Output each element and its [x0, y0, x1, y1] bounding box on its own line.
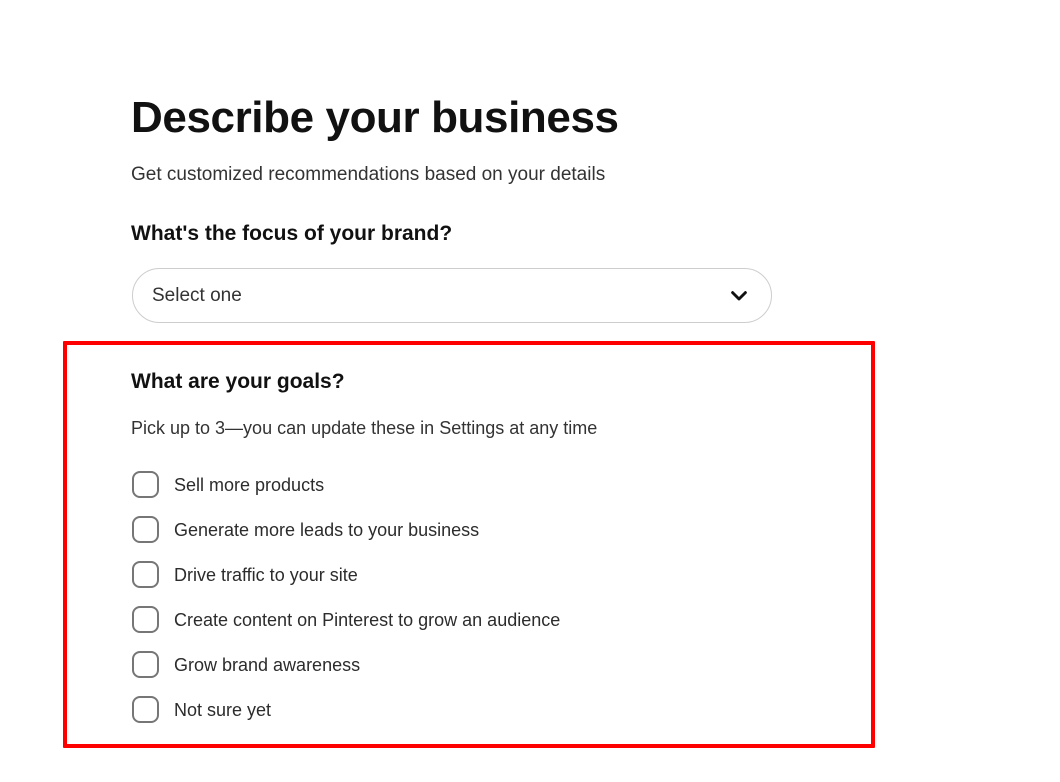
- checkbox-grow-brand-awareness[interactable]: [132, 651, 159, 678]
- checkbox-sell-more-products[interactable]: [132, 471, 159, 498]
- goals-question-label: What are your goals?: [131, 368, 345, 396]
- checkbox-generate-more-leads[interactable]: [132, 516, 159, 543]
- goals-checkbox-list: Sell more products Generate more leads t…: [132, 462, 832, 732]
- brand-focus-select-value: Select one: [152, 284, 242, 308]
- goal-option-label: Grow brand awareness: [174, 653, 360, 677]
- page-title: Describe your business: [131, 91, 619, 145]
- page-subtitle: Get customized recommendations based on …: [131, 162, 605, 188]
- goal-option-sell-more-products[interactable]: Sell more products: [132, 462, 832, 507]
- chevron-down-icon: [729, 286, 749, 306]
- goal-option-not-sure-yet[interactable]: Not sure yet: [132, 687, 832, 732]
- checkbox-create-content[interactable]: [132, 606, 159, 633]
- goal-option-drive-traffic[interactable]: Drive traffic to your site: [132, 552, 832, 597]
- goal-option-label: Not sure yet: [174, 698, 271, 722]
- goal-option-label: Create content on Pinterest to grow an a…: [174, 608, 560, 632]
- checkbox-not-sure-yet[interactable]: [132, 696, 159, 723]
- goal-option-label: Generate more leads to your business: [174, 518, 479, 542]
- goal-option-label: Sell more products: [174, 473, 324, 497]
- goal-option-label: Drive traffic to your site: [174, 563, 358, 587]
- checkbox-drive-traffic[interactable]: [132, 561, 159, 588]
- goals-help-text: Pick up to 3—you can update these in Set…: [131, 416, 597, 440]
- goal-option-create-content[interactable]: Create content on Pinterest to grow an a…: [132, 597, 832, 642]
- brand-focus-select[interactable]: Select one: [132, 268, 772, 323]
- goal-option-grow-brand-awareness[interactable]: Grow brand awareness: [132, 642, 832, 687]
- page-root: Describe your business Get customized re…: [0, 0, 1060, 782]
- goal-option-generate-more-leads[interactable]: Generate more leads to your business: [132, 507, 832, 552]
- brand-focus-question-label: What's the focus of your brand?: [131, 220, 452, 248]
